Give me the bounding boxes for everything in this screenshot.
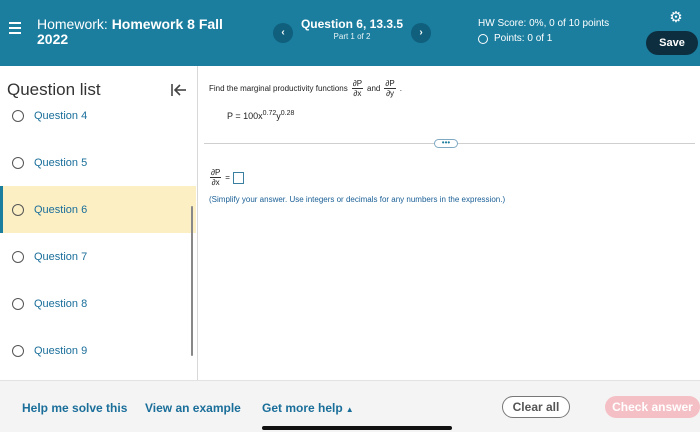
chevron-right-icon: › [419,27,423,38]
get-more-help-link[interactable]: Get more help ▲ [262,401,354,415]
get-more-help-label: Get more help [262,401,343,415]
home-indicator [262,426,452,430]
next-question-button[interactable]: › [411,23,431,43]
question-list-panel: Question list Question 4 Question 5 Ques… [0,66,198,380]
question-status-icon [12,109,24,122]
homework-title-year: 2022 [37,31,69,47]
previous-question-button[interactable]: ‹ [273,23,293,43]
question-item-label: Question 7 [34,250,88,263]
question-status-icon [12,250,24,263]
question-part: Part 1 of 2 [333,32,371,41]
question-item-label: Question 9 [34,344,88,357]
question-item-label: Question 4 [34,109,88,122]
fraction-denominator: ∂y [386,89,395,98]
answer-equals: = [225,173,230,182]
fraction-denominator: ∂x [211,178,220,187]
question-item-label: Question 5 [34,156,88,169]
question-status-icon [12,156,24,169]
question-item-4[interactable]: Question 4 [0,92,196,139]
question-number: Question 6, 13.3.5 [300,17,404,31]
prompt-period: . [399,84,402,93]
expand-more-button[interactable]: ••• [434,139,458,148]
homework-title: Homework: Homework 8 Fall 2022 [37,17,237,47]
points-status-icon [478,34,488,44]
question-item-8[interactable]: Question 8 [0,280,196,327]
partial-p-x-fraction: ∂P ∂x [351,79,364,98]
partial-p-y-fraction: ∂P ∂y [384,79,396,98]
question-status-icon [12,203,24,216]
formula-base: P = 100x [227,111,263,121]
formula-exponent-y: 0.28 [280,110,295,117]
fraction-numerator: ∂P [351,79,364,89]
hw-score: HW Score: 0%, 0 of 10 points [478,18,610,29]
caret-up-icon: ▲ [345,405,354,414]
fraction-numerator: ∂P [210,168,222,178]
homework-title-name: Homework 8 Fall [111,16,223,32]
sidebar-scrollbar[interactable] [191,206,193,356]
question-prompt: Find the marginal productivity functions… [209,79,402,98]
answer-row: ∂P ∂x = [210,168,244,187]
help-me-solve-link[interactable]: Help me solve this [22,401,127,415]
bottom-bar: Help me solve this View an example Get m… [0,380,700,432]
question-item-7[interactable]: Question 7 [0,233,196,280]
chevron-left-icon: ‹ [281,27,285,38]
top-bar: Homework: Homework 8 Fall 2022 ‹ Questio… [0,0,700,66]
production-formula: P = 100x0.72y0.28 [227,110,294,121]
menu-icon[interactable] [9,22,21,34]
answer-input[interactable] [232,171,244,184]
score-panel: HW Score: 0%, 0 of 10 points Points: 0 o… [478,17,609,46]
question-item-label: Question 8 [34,297,88,310]
question-title: Question 6, 13.3.5 Part 1 of 2 [294,17,410,42]
answer-hint: (Simplify your answer. Use integers or d… [209,195,506,204]
answer-fraction: ∂P ∂x [210,168,222,187]
question-status-icon [12,344,24,357]
question-area: Find the marginal productivity functions… [199,66,700,380]
prompt-text: Find the marginal productivity functions [209,84,348,93]
homework-title-prefix: Homework: [37,16,112,32]
question-item-6[interactable]: Question 6 [0,186,196,233]
gear-icon[interactable]: ⚙ [668,10,684,26]
question-item-label: Question 6 [34,203,88,216]
question-item-5[interactable]: Question 5 [0,139,196,186]
view-example-link[interactable]: View an example [145,401,241,415]
formula-exponent-x: 0.72 [262,110,277,117]
clear-all-button[interactable]: Clear all [502,396,570,418]
fraction-denominator: ∂x [353,89,362,98]
prompt-and: and [367,84,381,93]
question-status-icon [12,297,24,310]
save-button[interactable]: Save [646,31,698,55]
question-item-9[interactable]: Question 9 [0,327,196,374]
points: Points: 0 of 1 [494,33,553,44]
check-answer-button[interactable]: Check answer [605,396,700,418]
fraction-numerator: ∂P [384,79,396,89]
